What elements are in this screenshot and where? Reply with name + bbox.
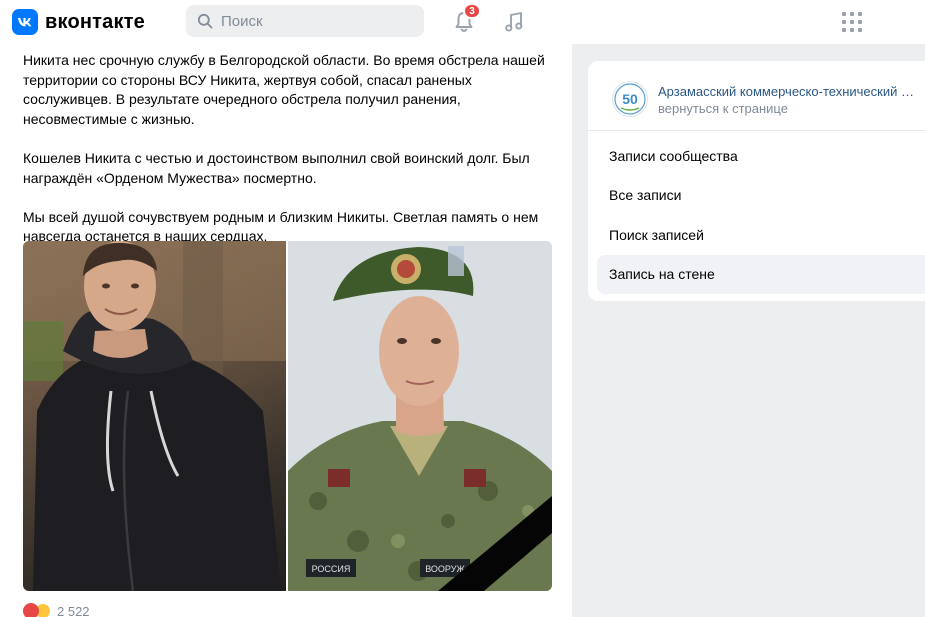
photo-soldier-uniform[interactable]: РОССИЯ ВООРУЖ	[288, 241, 552, 591]
vk-logo[interactable]: вконтакте	[12, 9, 145, 35]
post-photos: РОССИЯ ВООРУЖ	[23, 241, 552, 591]
search-icon	[197, 13, 213, 29]
top-header: вконтакте Поиск 3	[0, 0, 925, 44]
group-link[interactable]: 50 Арзамасский коммерческо-технический ……	[588, 61, 925, 131]
wall-post: Никита нес срочную службу в Белгородской…	[0, 44, 572, 617]
menu-item-all-posts[interactable]: Все записи	[597, 176, 925, 215]
menu-item-wall-post[interactable]: Запись на стене	[597, 254, 925, 294]
wall-side-panel: 50 Арзамасский коммерческо-технический ……	[588, 61, 925, 301]
heart-icon	[23, 603, 39, 617]
logo-text: вконтакте	[45, 10, 145, 33]
group-logo-text: 50	[622, 91, 638, 107]
reactions-bar[interactable]: 2 522	[23, 603, 90, 617]
menu-item-search-posts[interactable]: Поиск записей	[597, 215, 925, 254]
post-paragraph: Кошелев Никита с честью и достоинством в…	[23, 149, 530, 186]
apps-grid-icon[interactable]	[842, 12, 862, 32]
likes-count: 2 522	[57, 603, 90, 617]
music-icon[interactable]	[503, 10, 525, 34]
group-avatar: 50	[612, 81, 648, 117]
notification-badge: 3	[463, 3, 481, 19]
group-name[interactable]: Арзамасский коммерческо-технический …	[658, 84, 920, 99]
post-text: Никита нес срочную службу в Белгородской…	[23, 51, 558, 267]
menu-item-community-posts[interactable]: Записи сообщества	[597, 136, 925, 175]
wall-menu: Записи сообщества Все записи Поиск запис…	[597, 136, 925, 294]
patch-text-russia: РОССИЯ	[312, 564, 351, 574]
post-paragraph: Никита нес срочную службу в Белгородской…	[23, 52, 545, 127]
back-to-page-link[interactable]: вернуться к странице	[658, 101, 788, 116]
photo-young-man-hoodie[interactable]	[23, 241, 286, 591]
search-placeholder: Поиск	[221, 12, 263, 30]
vk-logo-icon	[12, 9, 38, 35]
search-input[interactable]: Поиск	[186, 5, 424, 37]
patch-text-vooruzh: ВООРУЖ	[425, 564, 465, 574]
